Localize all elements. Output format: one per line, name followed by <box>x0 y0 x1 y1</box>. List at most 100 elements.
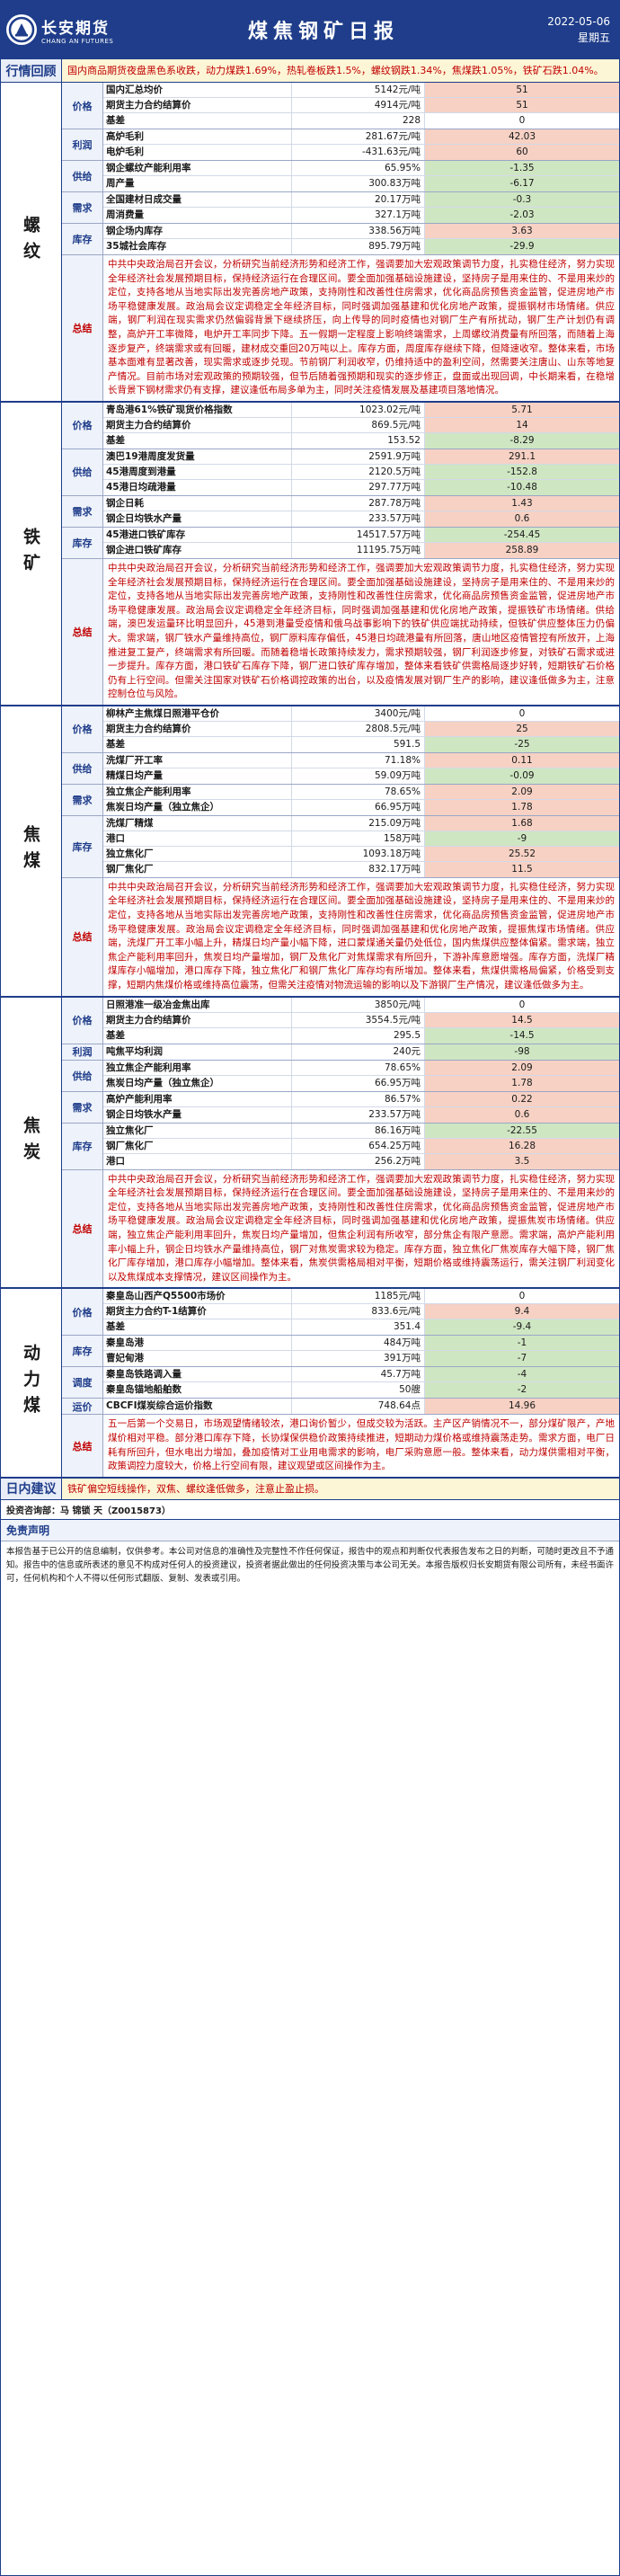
table-row: 青岛港61%铁矿现货价格指数 1023.02元/吨 5.71 <box>103 402 619 418</box>
indicator-value: 4914元/吨 <box>292 98 425 112</box>
disclaimer-text: 本报告基于已公开的信息编制，仅供参考。本公司对信息的准确性及完整性不作任何保证，… <box>6 1546 614 1584</box>
summary-text: 中共中央政治局召开会议，分析研究当前经济形势和经济工作，强调要加大宏观政策调节力… <box>108 881 615 991</box>
indicator-value: 78.65% <box>292 784 425 799</box>
indicator-group: 利润 高炉毛利 281.67元/吨 42.03 电炉毛利 -431.63元/吨 60 <box>62 129 619 161</box>
indicator-value: 300.83万吨 <box>292 176 425 191</box>
indicator-value: 281.67元/吨 <box>292 129 425 144</box>
table-row: 钢企场内库存 338.56万吨 3.63 <box>103 224 619 239</box>
indicator-change: -1.35 <box>425 161 619 175</box>
indicator-change: 2.09 <box>425 784 619 799</box>
section-label: 铁矿 <box>1 402 62 705</box>
indicator-value: 66.95万吨 <box>292 1075 425 1091</box>
indicator-change: -9 <box>425 831 619 846</box>
table-row: 秦皇岛铁路调入量 45.7万吨 -4 <box>103 1367 619 1383</box>
indicator-change: 3.63 <box>425 224 619 238</box>
indicator-rows: 秦皇岛港 484万吨 -1 曹妃甸港 391万吨 -7 <box>103 1336 619 1367</box>
indicator-group: 供给 钢企螺纹产能利用率 65.95% -1.35 周产量 300.83万吨 -6.17 <box>62 161 619 192</box>
indicator-group: 库存 独立焦化厂 86.16万吨 -22.55 钢厂焦化厂 654.25万吨 16.28 港口… <box>62 1123 619 1170</box>
table-row: 钢企日均铁水产量 233.57万吨 0.6 <box>103 1106 619 1123</box>
indicator-category: 价格 <box>62 706 103 752</box>
indicator-rows: 钢企场内库存 338.56万吨 3.63 35城社会库存 895.79万吨 -29.9 <box>103 224 619 254</box>
table-row: 期货主力合约T-1结算价 833.6元/吨 9.4 <box>103 1304 619 1320</box>
summary-text: 中共中央政治局召开会议，分析研究当前经济形势和经济工作，强调要加大宏观政策调节力… <box>108 1173 615 1283</box>
indicator-rows: CBCFI煤炭综合运价指数 748.64点 14.96 <box>103 1399 619 1415</box>
indicator-group: 库存 秦皇岛港 484万吨 -1 曹妃甸港 391万吨 -7 <box>62 1336 619 1368</box>
indicator-rows: 日照港准一级冶金焦出库 3850元/吨 0 期货主力合约结算价 3554.5元/吨 14.… <box>103 997 619 1044</box>
indicator-value: 215.09万吨 <box>292 815 425 831</box>
summary-label: 总结 <box>62 877 103 996</box>
indicator-change: 1.43 <box>425 495 619 511</box>
indicator-name: 高炉产能利用率 <box>103 1091 292 1106</box>
daily-report: 长安期货 CHANG AN FUTURES 煤焦钢矿日报 2022-05-06 … <box>0 0 620 2576</box>
table-row: 曹妃甸港 391万吨 -7 <box>103 1351 619 1367</box>
indicator-group: 库存 洗煤厂精煤 215.09万吨 1.68 港口 158万吨 -9 独立焦化厂 1093.18… <box>62 815 619 878</box>
summary-label: 总结 <box>62 255 103 401</box>
summary-label: 总结 <box>62 1169 103 1288</box>
indicator-group: 库存 钢企场内库存 338.56万吨 3.63 35城社会库存 895.79万吨 -29.9 <box>62 224 619 255</box>
indicator-change: -0.09 <box>425 768 619 784</box>
commodity-sections: 螺纹 价格 国内汇总均价 5142元/吨 51 期货主力合约结算价 4914元/吨 51 基差 2… <box>1 83 619 1479</box>
indicator-change: -254.45 <box>425 527 619 542</box>
table-row: 澳巴19港周度发货量 2591.9万吨 291.1 <box>103 449 619 465</box>
indicator-group: 价格 青岛港61%铁矿现货价格指数 1023.02元/吨 5.71 期货主力合约结算价 8… <box>62 402 619 449</box>
report-date-box: 2022-05-06 星期五 <box>511 13 619 46</box>
indicator-change: -98 <box>425 1044 619 1060</box>
section-body: 价格 日照港准一级冶金焦出库 3850元/吨 0 期货主力合约结算价 3554.5元/吨 1… <box>62 997 619 1288</box>
indicator-rows: 独立焦化厂 86.16万吨 -22.55 钢厂焦化厂 654.25万吨 16.28 港口 25… <box>103 1123 619 1169</box>
indicator-rows: 青岛港61%铁矿现货价格指数 1023.02元/吨 5.71 期货主力合约结算价 869… <box>103 402 619 449</box>
indicator-rows: 高炉毛利 281.67元/吨 42.03 电炉毛利 -431.63元/吨 60 <box>103 129 619 160</box>
indicator-change: 0 <box>425 997 619 1012</box>
table-row: 国内汇总均价 5142元/吨 51 <box>103 83 619 98</box>
indicator-change: 0 <box>425 1289 619 1304</box>
section-label: 螺纹 <box>1 83 62 401</box>
table-row: 独立焦化厂 86.16万吨 -22.55 <box>103 1123 619 1139</box>
indicator-rows: 秦皇岛山西产Q5500市场价 1185元/吨 0 期货主力合约T-1结算价 833.6元… <box>103 1289 619 1336</box>
indicator-value: 2808.5元/吨 <box>292 721 425 736</box>
indicator-value: 11195.75万吨 <box>292 542 425 558</box>
indicator-name: 高炉毛利 <box>103 129 292 144</box>
indicator-name: 基差 <box>103 1319 292 1336</box>
table-row: 45港日均疏港量 297.77万吨 -10.48 <box>103 479 619 495</box>
section-1: 铁矿 价格 青岛港61%铁矿现货价格指数 1023.02元/吨 5.71 期货主力合约结算… <box>1 402 619 706</box>
indicator-group: 需求 全国建材日成交量 20.17万吨 -0.3 周消费量 327.1万吨 -2.03 <box>62 192 619 224</box>
indicator-name: 青岛港61%铁矿现货价格指数 <box>103 402 292 417</box>
indicator-name: 基差 <box>103 1027 292 1044</box>
indicator-change: 9.4 <box>425 1304 619 1319</box>
indicator-name: 秦皇岛港 <box>103 1336 292 1351</box>
indicator-change: 42.03 <box>425 129 619 144</box>
indicator-name: 45港日均疏港量 <box>103 479 292 495</box>
indicator-name: 钢企日均铁水产量 <box>103 511 292 527</box>
indicator-name: CBCFI煤炭综合运价指数 <box>103 1399 292 1415</box>
indicator-value: 287.78万吨 <box>292 495 425 511</box>
indicator-name: 独立焦化厂 <box>103 846 292 861</box>
table-row: 焦炭日均产量（独立焦企） 66.95万吨 1.78 <box>103 799 619 815</box>
table-row: 高炉产能利用率 86.57% 0.22 <box>103 1091 619 1107</box>
table-row: 秦皇岛港 484万吨 -1 <box>103 1336 619 1352</box>
section-body: 价格 秦皇岛山西产Q5500市场价 1185元/吨 0 期货主力合约T-1结算价 833.… <box>62 1289 619 1477</box>
table-row: 周产量 300.83万吨 -6.17 <box>103 176 619 191</box>
indicator-rows: 45港进口铁矿库存 14517.57万吨 -254.45 钢企进口铁矿库存 11195.… <box>103 527 619 558</box>
table-row: 独立焦化厂 1093.18万吨 25.52 <box>103 846 619 862</box>
section-summary: 总结 中共中央政治局召开会议，分析研究当前经济形势和经济工作，强调要加大宏观政策调… <box>62 255 619 401</box>
indicator-change: -2 <box>425 1382 619 1399</box>
summary-label: 总结 <box>62 1415 103 1477</box>
indicator-value: 297.77万吨 <box>292 479 425 495</box>
table-row: 45港进口铁矿库存 14517.57万吨 -254.45 <box>103 527 619 543</box>
table-row: 基差 228 0 <box>103 113 619 129</box>
indicator-value: 153.52 <box>292 432 425 449</box>
indicator-category: 库存 <box>62 1123 103 1169</box>
indicator-group: 价格 国内汇总均价 5142元/吨 51 期货主力合约结算价 4914元/吨 51 基差 228… <box>62 83 619 129</box>
intraday-advice: 日内建议 铁矿偏空短线操作，双焦、螺纹逢低做多，注意止盈止损。 <box>1 1478 619 1500</box>
indicator-change: 25.52 <box>425 846 619 861</box>
section-summary: 总结 中共中央政治局召开会议，分析研究当前经济形势和经济工作，强调要加大宏观政策调… <box>62 1169 619 1288</box>
indicator-change: 0 <box>425 706 619 721</box>
indicator-rows: 钢企螺纹产能利用率 65.95% -1.35 周产量 300.83万吨 -6.17 <box>103 161 619 191</box>
indicator-group: 需求 独立焦企产能利用率 78.65% 2.09 焦炭日均产量（独立焦企） 66.95万吨… <box>62 784 619 816</box>
report-date: 2022-05-06 <box>547 15 610 28</box>
section-body: 价格 柳林产主焦煤日照港平仓价 3400元/吨 0 期货主力合约结算价 2808.5元/吨… <box>62 706 619 996</box>
indicator-category: 库存 <box>62 815 103 877</box>
indicator-value: 295.5 <box>292 1027 425 1044</box>
indicator-group: 需求 钢企日耗 287.78万吨 1.43 钢企日均铁水产量 233.57万吨 0.6 <box>62 495 619 528</box>
indicator-group: 运价 CBCFI煤炭综合运价指数 748.64点 14.96 <box>62 1399 619 1416</box>
indicator-rows: 独立焦企产能利用率 78.65% 2.09 焦炭日均产量（独立焦企） 66.95万吨 1.… <box>103 1060 619 1091</box>
